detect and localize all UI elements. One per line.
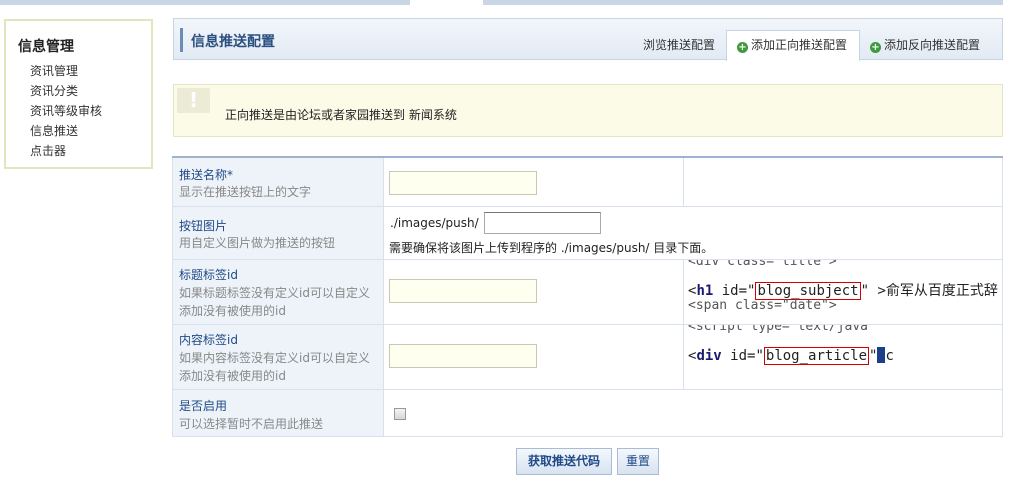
enable-label: 是否启用 [179, 399, 228, 413]
sidebar-item-info-push[interactable]: 信息推送 [30, 122, 78, 139]
form-row-button-image: 按钮图片 用自定义图片做为推送的按钮 ./images/push/ 需要确保将该… [172, 207, 1003, 260]
form-field-cell [384, 260, 684, 324]
push-config-form: 推送名称* 显示在推送按钮上的文字 按钮图片 用自定义图片做为推送的按钮 ./i… [172, 156, 1003, 437]
tab-add-reverse-label: 添加反向推送配置 [884, 38, 981, 52]
code-line-h1: <h1 id=" blog_subject " >俞军从百度正式辞 [688, 282, 998, 300]
tab-add-forward-label: 添加正向推送配置 [751, 38, 848, 52]
code-line-context: <span class="date"> [688, 298, 837, 313]
tab-add-forward-push-config[interactable]: + 添加正向推送配置 [726, 30, 860, 61]
notice-box: ! 正向推送是由论坛或者家园推送到 新闻系统 [173, 84, 1003, 137]
form-field-cell [384, 325, 684, 389]
form-label-cell: 内容标签id 如果内容标签没有定义id可以自定义 添加没有被使用的id [172, 325, 384, 389]
code-line-context: <script type="text/java [688, 325, 869, 334]
form-field-cell: ./images/push/ 需要确保将该图片上传到程序的 ./images/p… [384, 207, 1003, 259]
title-tag-desc-line1: 如果标题标签没有定义id可以自定义 [179, 286, 370, 300]
highlighted-id-blog-article: blog_article [763, 347, 870, 365]
button-image-hint: 需要确保将该图片上传到程序的 ./images/push/ 目录下面。 [389, 241, 714, 255]
form-label-cell: 按钮图片 用自定义图片做为推送的按钮 [172, 207, 384, 259]
button-image-desc: 用自定义图片做为推送的按钮 [179, 236, 336, 250]
form-row-push-name: 推送名称* 显示在推送按钮上的文字 [172, 158, 1003, 207]
page-header: 信息推送配置 浏览推送配置 + 添加正向推送配置 + 添加反向推送配置 [173, 18, 1003, 61]
code-line-div: <div id=" blog_article " c [688, 347, 894, 365]
reset-button[interactable]: 重置 [617, 448, 659, 475]
top-strip-right [483, 0, 1003, 5]
enable-checkbox[interactable] [394, 408, 406, 420]
info-icon: ! [177, 88, 210, 113]
sidebar-item-clicker[interactable]: 点击器 [30, 142, 66, 159]
content-tag-label: 内容标签id [179, 333, 238, 347]
form-label-cell: 推送名称* 显示在推送按钮上的文字 [172, 158, 384, 206]
code-line-context: <div class="title"> [688, 260, 837, 269]
form-extra-cell [684, 158, 1003, 206]
content-tag-desc-line2: 添加没有被使用的id [179, 369, 286, 383]
title-tag-code-example: <div class="title"> <h1 id=" blog_subject… [684, 260, 1003, 324]
notice-text: 正向推送是由论坛或者家园推送到 新闻系统 [225, 108, 457, 122]
sidebar-item-news-category[interactable]: 资讯分类 [30, 82, 78, 99]
button-image-input[interactable] [484, 212, 601, 234]
form-label-cell: 是否启用 可以选择暂时不启用此推送 [172, 390, 384, 436]
form-field-cell [384, 390, 1003, 436]
form-label-cell: 标题标签id 如果标题标签没有定义id可以自定义 添加没有被使用的id [172, 260, 384, 324]
title-tag-label: 标题标签id [179, 268, 238, 282]
content-tag-desc-line1: 如果内容标签没有定义id可以自定义 [179, 351, 370, 365]
sidebar-item-news-manage[interactable]: 资讯管理 [30, 62, 78, 79]
page-title: 信息推送配置 [191, 34, 275, 50]
form-row-content-tag: 内容标签id 如果内容标签没有定义id可以自定义 添加没有被使用的id <scr… [172, 325, 1003, 390]
form-row-enable: 是否启用 可以选择暂时不启用此推送 [172, 390, 1003, 437]
form-field-cell [384, 158, 684, 206]
button-image-label: 按钮图片 [179, 219, 228, 233]
enable-desc: 可以选择暂时不启用此推送 [179, 417, 324, 431]
sidebar-item-news-level-review[interactable]: 资讯等级审核 [30, 102, 102, 119]
push-name-desc: 显示在推送按钮上的文字 [179, 185, 312, 199]
content-tag-input[interactable] [389, 344, 537, 368]
push-name-label: 推送名称* [179, 168, 234, 182]
add-circle-icon: + [737, 42, 748, 53]
tab-browse-push-config[interactable]: 浏览推送配置 [643, 35, 715, 61]
sidebar: 信息管理 资讯管理 资讯分类 资讯等级审核 信息推送 点击器 [4, 19, 153, 169]
get-push-code-button[interactable]: 获取推送代码 [516, 448, 612, 475]
add-circle-icon: + [870, 42, 881, 53]
sidebar-title: 信息管理 [18, 39, 74, 55]
content-tag-code-example: <script type="text/java <div id=" blog_ar… [684, 325, 1003, 389]
tab-add-reverse-push-config[interactable]: + 添加反向推送配置 [870, 35, 980, 61]
title-tag-desc-line2: 添加没有被使用的id [179, 304, 286, 318]
form-row-title-tag: 标题标签id 如果标题标签没有定义id可以自定义 添加没有被使用的id <div… [172, 260, 1003, 325]
push-name-input[interactable] [389, 171, 537, 195]
image-path-prefix: ./images/push/ [390, 216, 479, 230]
title-tag-input[interactable] [389, 279, 537, 303]
top-strip-left [0, 0, 410, 5]
header-accent-bar [180, 28, 183, 52]
